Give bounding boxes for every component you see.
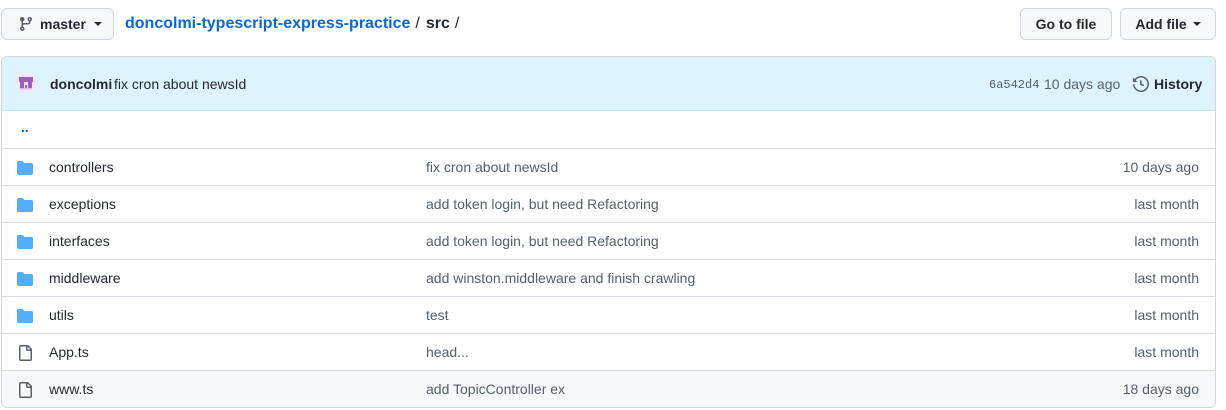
file-name-link[interactable]: interfaces bbox=[49, 233, 110, 249]
commit-age: 18 days ago bbox=[1122, 381, 1199, 397]
breadcrumb-separator: / bbox=[415, 15, 420, 32]
breadcrumb-repo-link[interactable]: doncolmi-typescript-express-practice bbox=[125, 15, 410, 32]
commit-time: 10 days ago bbox=[1044, 76, 1121, 92]
branch-select-button[interactable]: master bbox=[1, 8, 114, 40]
breadcrumb-current-dir: src bbox=[425, 15, 450, 32]
file-list: controllers fix cron about newsId 10 days … bbox=[2, 148, 1215, 407]
file-name-link[interactable]: exceptions bbox=[49, 196, 116, 212]
file-name-link[interactable]: controllers bbox=[49, 159, 114, 175]
git-branch-icon bbox=[18, 16, 34, 32]
folder-icon bbox=[17, 308, 33, 324]
top-bar: master doncolmi-typescript-express-pract… bbox=[0, 7, 1226, 41]
commit-message-link[interactable]: add token login, but need Refactoring bbox=[426, 233, 659, 249]
directory-row[interactable]: controllers fix cron about newsId 10 days … bbox=[2, 148, 1215, 185]
commit-message-link[interactable]: add winston.middleware and finish crawli… bbox=[426, 270, 695, 286]
commit-message-link[interactable]: head... bbox=[426, 344, 469, 360]
commit-author[interactable]: doncolmi bbox=[50, 76, 112, 92]
branch-name: master bbox=[40, 16, 86, 32]
commit-message[interactable]: fix cron about newsId bbox=[114, 76, 246, 92]
folder-icon bbox=[17, 271, 33, 287]
chevron-down-icon bbox=[93, 22, 102, 26]
commit-message-link[interactable]: add TopicController ex bbox=[426, 381, 565, 397]
directory-row[interactable]: middleware add winston.middleware and fin… bbox=[2, 259, 1215, 296]
breadcrumb: doncolmi-typescript-express-practice / src… bbox=[125, 14, 465, 34]
commit-sha[interactable]: 6a542d4 bbox=[989, 78, 1039, 92]
commit-age: last month bbox=[1134, 344, 1199, 360]
commit-age: last month bbox=[1134, 233, 1199, 249]
commit-age: last month bbox=[1134, 196, 1199, 212]
commit-age: last month bbox=[1134, 270, 1199, 286]
commit-message-link[interactable]: test bbox=[426, 307, 449, 323]
latest-commit-bar: doncolmi fix cron about newsId 6a542d4 1… bbox=[2, 57, 1215, 111]
directory-row[interactable]: interfaces add token login, but need Refa… bbox=[2, 222, 1215, 259]
commit-age: 10 days ago bbox=[1122, 159, 1199, 175]
commit-age: last month bbox=[1134, 307, 1199, 323]
file-browser: doncolmi fix cron about newsId 6a542d4 1… bbox=[1, 56, 1216, 408]
file-icon bbox=[17, 345, 33, 361]
chevron-down-icon bbox=[1192, 22, 1201, 26]
folder-icon bbox=[17, 197, 33, 213]
commit-message-link[interactable]: add token login, but need Refactoring bbox=[426, 196, 659, 212]
avatar[interactable] bbox=[16, 73, 36, 93]
history-label: History bbox=[1154, 76, 1203, 92]
file-row[interactable]: App.ts head... last month bbox=[2, 333, 1215, 370]
file-name-link[interactable]: utils bbox=[49, 307, 74, 323]
breadcrumb-trailing-separator: / bbox=[454, 15, 460, 32]
add-file-button[interactable]: Add file bbox=[1120, 8, 1216, 40]
file-name-link[interactable]: middleware bbox=[49, 270, 121, 286]
directory-row[interactable]: exceptions add token login, but need Refa… bbox=[2, 185, 1215, 222]
history-link[interactable]: History bbox=[1133, 76, 1202, 92]
file-icon bbox=[17, 382, 33, 398]
parent-directory-row[interactable]: .. bbox=[2, 111, 1215, 148]
file-name-link[interactable]: App.ts bbox=[49, 344, 89, 360]
file-name-link[interactable]: www.ts bbox=[49, 381, 93, 397]
folder-icon bbox=[17, 234, 33, 250]
go-to-file-label: Go to file bbox=[1035, 16, 1097, 32]
commit-message-link[interactable]: fix cron about newsId bbox=[426, 159, 558, 175]
add-file-label: Add file bbox=[1135, 16, 1187, 32]
file-row[interactable]: www.ts add TopicController ex 18 days ago bbox=[2, 370, 1215, 407]
directory-row[interactable]: utils test last month bbox=[2, 296, 1215, 333]
go-to-file-button[interactable]: Go to file bbox=[1020, 8, 1112, 40]
history-icon bbox=[1133, 76, 1149, 92]
parent-directory-link[interactable]: .. bbox=[21, 119, 29, 135]
folder-icon bbox=[17, 160, 33, 176]
